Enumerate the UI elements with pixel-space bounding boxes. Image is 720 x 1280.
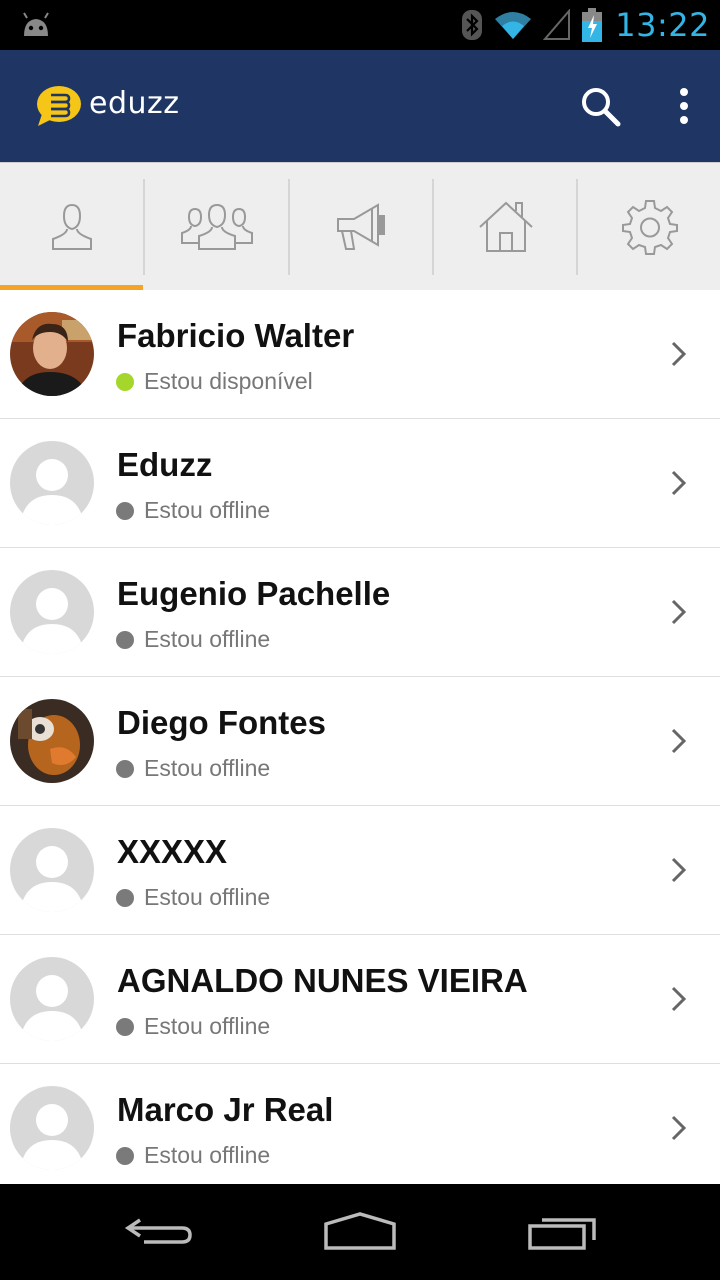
contact-row[interactable]: Eugenio Pachelle Estou offline (0, 548, 720, 677)
offline-status-dot (116, 631, 134, 649)
contact-name: Fabricio Walter (117, 317, 355, 354)
contact-name: XXXXX (117, 833, 228, 870)
navigation-bar (0, 1184, 720, 1280)
status-bar: 13:22 (0, 0, 720, 50)
avatar (10, 957, 94, 1041)
avatar (10, 1086, 94, 1170)
tab-bar (0, 162, 720, 291)
offline-status-dot (116, 760, 134, 778)
avatar (10, 828, 94, 912)
online-status-dot (116, 373, 134, 391)
home-icon (479, 201, 533, 252)
gear-icon (622, 199, 678, 255)
avatar (10, 570, 94, 654)
chevron-right-icon (671, 470, 687, 496)
search-icon[interactable] (578, 84, 622, 128)
app-title: eduzz (89, 86, 180, 121)
wifi-icon (495, 12, 532, 39)
contact-photo-icon (10, 699, 94, 783)
contact-status: Estou offline (144, 626, 271, 652)
contact-row[interactable]: Eduzz Estou offline (0, 419, 720, 548)
signal-icon (543, 9, 571, 40)
chevron-right-icon (671, 1115, 687, 1141)
contact-row[interactable]: Marco Jr Real Estou offline (0, 1064, 720, 1184)
person-icon (52, 203, 92, 250)
chevron-right-icon (671, 857, 687, 883)
group-icon (181, 203, 253, 250)
contact-row[interactable]: XXXXX Estou offline (0, 806, 720, 935)
tab-home[interactable] (434, 163, 578, 290)
contact-photo-icon (10, 312, 94, 396)
tab-settings[interactable] (578, 163, 720, 290)
action-bar: eduzz (0, 50, 720, 162)
contact-name: Eduzz (117, 446, 213, 483)
eduzz-logo-icon (37, 86, 81, 126)
android-icon (23, 12, 49, 36)
contact-status: Estou offline (144, 497, 271, 523)
avatar (10, 312, 94, 396)
megaphone-icon (337, 202, 385, 250)
default-avatar-icon (10, 957, 94, 1041)
contact-name: Diego Fontes (117, 704, 327, 741)
offline-status-dot (116, 1147, 134, 1165)
offline-status-dot (116, 1018, 134, 1036)
contact-status: Estou disponível (144, 368, 313, 394)
avatar (10, 441, 94, 525)
tab-contacts[interactable] (0, 163, 144, 290)
battery-charging-icon (582, 8, 603, 42)
chevron-right-icon (671, 341, 687, 367)
contact-name: Marco Jr Real (117, 1091, 334, 1128)
contact-status: Estou offline (144, 1142, 271, 1168)
contact-row[interactable]: AGNALDO NUNES VIEIRA Estou offline (0, 935, 720, 1064)
default-avatar-icon (10, 828, 94, 912)
contact-status: Estou offline (144, 755, 271, 781)
contact-name: Eugenio Pachelle (117, 575, 391, 612)
default-avatar-icon (10, 441, 94, 525)
avatar (10, 699, 94, 783)
contact-status: Estou offline (144, 884, 271, 910)
recent-apps-icon[interactable] (526, 1210, 598, 1254)
back-icon[interactable] (124, 1210, 194, 1254)
offline-status-dot (116, 502, 134, 520)
contact-row[interactable]: Fabricio Walter Estou disponível (0, 290, 720, 419)
contact-status: Estou offline (144, 1013, 271, 1039)
offline-status-dot (116, 889, 134, 907)
bluetooth-icon (462, 10, 483, 40)
status-time: 13:22 (615, 6, 710, 44)
home-nav-icon[interactable] (322, 1210, 398, 1254)
chevron-right-icon (671, 986, 687, 1012)
tab-broadcast[interactable] (290, 163, 434, 290)
tab-groups[interactable] (145, 163, 289, 290)
default-avatar-icon (10, 570, 94, 654)
chevron-right-icon (671, 599, 687, 625)
default-avatar-icon (10, 1086, 94, 1170)
contact-list: Fabricio Walter Estou disponível Eduzz E… (0, 290, 720, 1184)
contact-row[interactable]: Diego Fontes Estou offline (0, 677, 720, 806)
chevron-right-icon (671, 728, 687, 754)
overflow-menu-icon[interactable] (666, 84, 702, 128)
contact-name: AGNALDO NUNES VIEIRA (117, 962, 528, 999)
